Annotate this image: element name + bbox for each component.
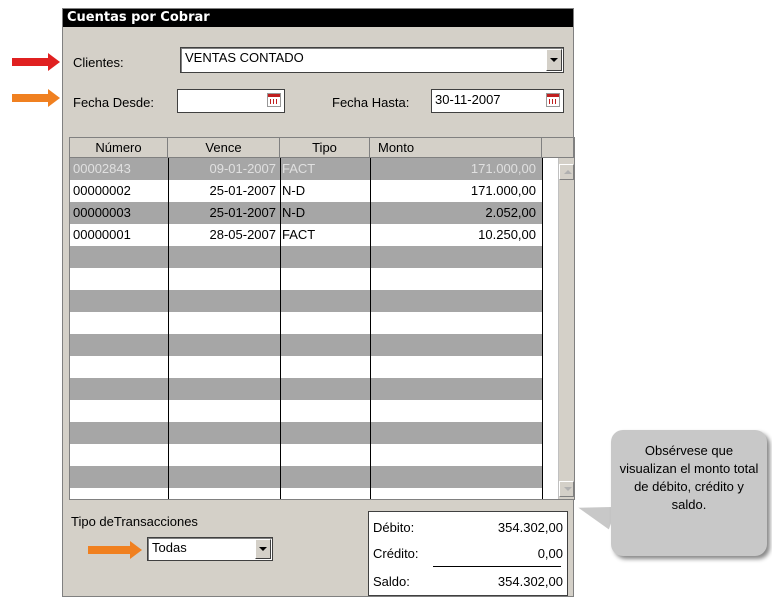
column-header-monto[interactable]: Monto <box>370 138 542 158</box>
fecha-hasta-field[interactable]: 30-11-2007 <box>431 89 564 113</box>
cell-vence: 25-01-2007 <box>209 205 277 220</box>
window-title: Cuentas por Cobrar <box>63 9 573 27</box>
credito-value: 0,00 <box>537 546 563 561</box>
credito-label: Crédito: <box>373 546 419 561</box>
column-header-vence[interactable]: Vence <box>168 138 280 158</box>
chevron-down-icon[interactable] <box>255 539 271 559</box>
column-header-monto-label: Monto <box>378 140 415 155</box>
chevron-down-icon[interactable] <box>546 49 562 71</box>
fecha-hasta-value: 30-11-2007 <box>435 92 501 107</box>
cuentas-por-cobrar-window: Cuentas por Cobrar Clientes: VENTAS CONT… <box>62 8 575 597</box>
cell-monto: 171.000,00 <box>470 183 536 198</box>
empty-row <box>70 356 542 378</box>
column-divider <box>542 158 543 499</box>
table-row[interactable]: 00000001 28-05-2007 FACT 10.250,00 <box>70 224 542 246</box>
saldo-row: Saldo: 354.302,00 <box>369 570 567 594</box>
cell-vence: 25-01-2007 <box>209 183 277 198</box>
transactions-table: Número Vence Tipo Monto 00002843 09-01-2… <box>69 137 575 500</box>
saldo-value: 354.302,00 <box>497 574 563 589</box>
cell-numero: 00000003 <box>73 205 131 220</box>
clientes-label: Clientes: <box>73 55 124 70</box>
cell-monto: 171.000,00 <box>470 161 536 176</box>
clientes-value: VENTAS CONTADO <box>185 50 304 65</box>
vertical-scrollbar[interactable] <box>558 158 574 499</box>
column-header-numero[interactable]: Número <box>70 138 168 158</box>
fecha-desde-field[interactable] <box>177 89 285 113</box>
saldo-label: Saldo: <box>373 574 410 589</box>
cell-tipo: FACT <box>282 227 316 242</box>
cell-vence: 28-05-2007 <box>209 227 277 242</box>
cell-numero: 00000001 <box>73 227 131 242</box>
cell-numero: 00002843 <box>73 161 131 176</box>
red-arrow-icon <box>12 53 60 71</box>
column-divider <box>370 158 371 499</box>
orange-arrow-icon <box>88 541 142 559</box>
empty-row <box>70 290 542 312</box>
cell-tipo: N-D <box>282 205 306 220</box>
credito-row: Crédito: 0,00 <box>369 542 567 566</box>
empty-row <box>70 268 542 290</box>
empty-row <box>70 378 542 400</box>
fecha-hasta-label: Fecha Hasta: <box>332 95 410 110</box>
clientes-combo[interactable]: VENTAS CONTADO <box>180 47 564 73</box>
empty-row <box>70 334 542 356</box>
column-divider <box>280 158 281 499</box>
debito-value: 354.302,00 <box>497 520 563 535</box>
tipo-transacciones-select[interactable]: Todas <box>147 537 273 561</box>
fecha-desde-label: Fecha Desde: <box>73 95 154 110</box>
scroll-up-button[interactable] <box>559 164 574 180</box>
callout-note: Obsérvese que visualizan el monto total … <box>611 430 767 556</box>
totals-panel: Débito: 354.302,00 Crédito: 0,00 Saldo: … <box>368 511 568 596</box>
orange-arrow-icon <box>12 89 60 107</box>
empty-row <box>70 422 542 444</box>
calendar-icon[interactable] <box>267 93 281 107</box>
empty-row <box>70 466 542 488</box>
cell-monto: 2.052,00 <box>485 205 536 220</box>
cell-numero: 00000002 <box>73 183 131 198</box>
chevron-down-icon <box>564 487 572 491</box>
callout-text: Obsérvese que visualizan el monto total … <box>619 443 759 512</box>
chevron-up-icon <box>564 170 572 174</box>
column-header-blank <box>542 138 574 158</box>
tipo-transacciones-value: Todas <box>152 540 187 555</box>
debito-label: Débito: <box>373 520 415 535</box>
empty-row <box>70 444 542 466</box>
debito-row: Débito: 354.302,00 <box>369 516 567 540</box>
empty-row <box>70 312 542 334</box>
empty-row <box>70 246 542 268</box>
column-divider <box>168 158 169 499</box>
scroll-down-button[interactable] <box>559 481 574 497</box>
column-header-tipo[interactable]: Tipo <box>280 138 370 158</box>
cell-vence: 09-01-2007 <box>209 161 277 176</box>
totals-divider <box>433 566 561 567</box>
cell-monto: 10.250,00 <box>478 227 536 242</box>
empty-row <box>70 488 542 499</box>
table-row[interactable]: 00000002 25-01-2007 N-D 171.000,00 <box>70 180 542 202</box>
empty-row <box>70 400 542 422</box>
cell-tipo: FACT <box>282 161 316 176</box>
tipo-transacciones-label: Tipo deTransacciones <box>71 514 198 529</box>
calendar-icon[interactable] <box>546 93 560 107</box>
table-row[interactable]: 00002843 09-01-2007 FACT 171.000,00 <box>70 158 542 180</box>
table-row[interactable]: 00000003 25-01-2007 N-D 2.052,00 <box>70 202 542 224</box>
cell-tipo: N-D <box>282 183 306 198</box>
